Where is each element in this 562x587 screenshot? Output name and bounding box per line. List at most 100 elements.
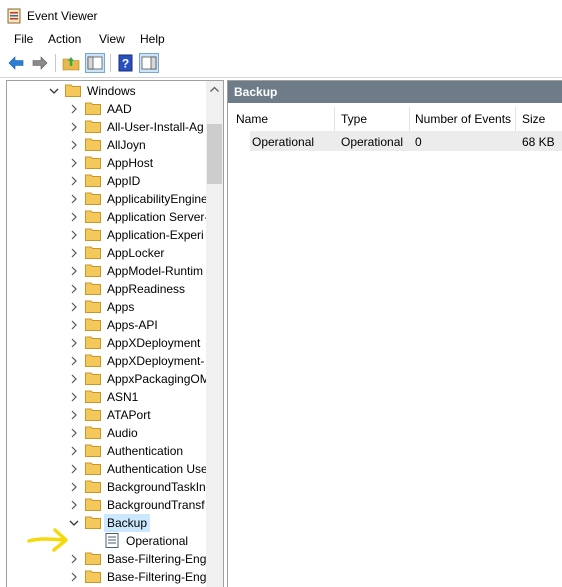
tree-item[interactable]: Authentication [7,442,207,460]
tree-item-label: Audio [107,426,138,440]
tree-item[interactable]: Application-Experi [7,226,207,244]
folder-icon [85,480,101,493]
console-tree[interactable]: Windows AAD All-User-Install-Ag AllJoyn … [6,80,224,587]
tree-item-label: Apps [107,300,135,314]
chevron-right-icon[interactable] [69,391,79,403]
folder-icon [85,192,101,205]
tree-item-label: Operational [126,534,189,548]
menu-action[interactable]: Action [46,32,83,46]
chevron-right-icon[interactable] [69,373,79,385]
tree-item[interactable]: AppReadiness [7,280,207,298]
tree-item[interactable]: Application Server- [7,208,208,226]
chevron-right-icon[interactable] [69,355,79,367]
back-arrow-icon[interactable] [6,53,26,73]
tree-item-label: Backup [107,516,148,530]
help-icon[interactable]: ? [116,53,136,73]
chevron-right-icon[interactable] [69,445,79,457]
tree-item-label: AppHost [107,156,154,170]
tree-item[interactable]: AppxPackagingOM [7,370,210,388]
folder-icon [85,390,101,403]
tree-item[interactable]: Audio [7,424,207,442]
toolbar-separator [55,54,56,72]
chevron-right-icon[interactable] [69,301,79,313]
tree-item[interactable]: Base-Filtering-Eng [7,568,207,586]
chevron-right-icon[interactable] [69,337,79,349]
tree-item[interactable]: BackgroundTaskIn [7,478,207,496]
tree-item[interactable]: AppXDeployment- [7,352,207,370]
chevron-right-icon[interactable] [69,409,79,421]
folder-icon [85,408,101,421]
chevron-right-icon[interactable] [69,571,79,583]
chevron-right-icon[interactable] [69,121,79,133]
folder-icon [85,372,101,385]
tree-item[interactable]: AppLocker [7,244,207,262]
menu-help[interactable]: Help [138,32,167,46]
tree-item[interactable]: AppXDeployment [7,334,207,352]
scroll-up-arrow-icon[interactable] [206,81,223,98]
folder-icon [85,120,101,133]
column-header-label: Number of Events [415,112,512,126]
chevron-right-icon[interactable] [69,103,79,115]
title-bar: Event Viewer [0,0,562,30]
menu-file[interactable]: File [12,32,35,46]
folder-icon [85,426,101,439]
folder-icon [85,444,101,457]
folder-icon [85,516,101,529]
chevron-right-icon[interactable] [69,175,79,187]
tree-item[interactable]: AppID [7,172,207,190]
tree-item-windows[interactable]: Windows [7,82,207,100]
scrollbar-thumb[interactable] [207,124,222,184]
tree-item-label: AppID [107,174,141,188]
chevron-right-icon[interactable] [69,193,79,205]
annotation-arrow-icon [27,528,68,552]
column-header-type[interactable]: Type [335,107,409,131]
chevron-right-icon[interactable] [69,463,79,475]
folder-icon [85,300,101,313]
column-header-name[interactable]: Name [228,107,334,131]
forward-arrow-icon[interactable] [30,53,50,73]
up-folder-icon[interactable] [61,53,81,73]
chevron-right-icon[interactable] [69,319,79,331]
chevron-down-icon[interactable] [49,85,59,97]
tree-item[interactable]: AppModel-Runtim [7,262,207,280]
column-header-label: Name [236,112,269,126]
show-hide-tree-icon[interactable] [85,53,105,73]
folder-icon [85,462,101,475]
toolbar: ? [0,50,562,78]
tree-item[interactable]: Authentication Use [7,460,208,478]
chevron-right-icon[interactable] [69,427,79,439]
tree-item-label: ATAPort [107,408,151,422]
tree-item[interactable]: ASN1 [7,388,207,406]
tree-item-label: AllJoyn [107,138,146,152]
show-action-pane-icon[interactable] [139,53,159,73]
tree-item[interactable]: All-User-Install-Ag [7,118,207,136]
tree-item[interactable]: Apps [7,298,207,316]
folder-icon [85,570,101,583]
folder-icon [85,318,101,331]
column-header-number-of-events[interactable]: Number of Events [410,107,515,131]
column-header-size[interactable]: Size [516,107,562,131]
tree-item[interactable]: ATAPort [7,406,207,424]
menu-view[interactable]: View [97,32,127,46]
chevron-right-icon[interactable] [69,211,79,223]
folder-icon [85,264,101,277]
tree-item-label: All-User-Install-Ag [107,120,204,134]
tree-scrollbar[interactable] [206,81,223,587]
chevron-right-icon[interactable] [69,229,79,241]
tree-item-label: Windows [87,84,136,98]
chevron-right-icon[interactable] [69,157,79,169]
folder-icon [85,210,101,223]
chevron-right-icon[interactable] [69,265,79,277]
tree-item[interactable]: Apps-API [7,316,207,334]
tree-item[interactable]: AllJoyn [7,136,207,154]
folder-icon [65,84,81,97]
tree-item[interactable]: BackgroundTransf [7,496,207,514]
chevron-right-icon[interactable] [69,139,79,151]
chevron-right-icon[interactable] [69,499,79,511]
tree-item[interactable]: AAD [7,100,207,118]
chevron-right-icon[interactable] [69,283,79,295]
chevron-right-icon[interactable] [69,247,79,259]
chevron-right-icon[interactable] [69,481,79,493]
tree-item[interactable]: AppHost [7,154,207,172]
tree-item[interactable]: ApplicabilityEngine [7,190,208,208]
